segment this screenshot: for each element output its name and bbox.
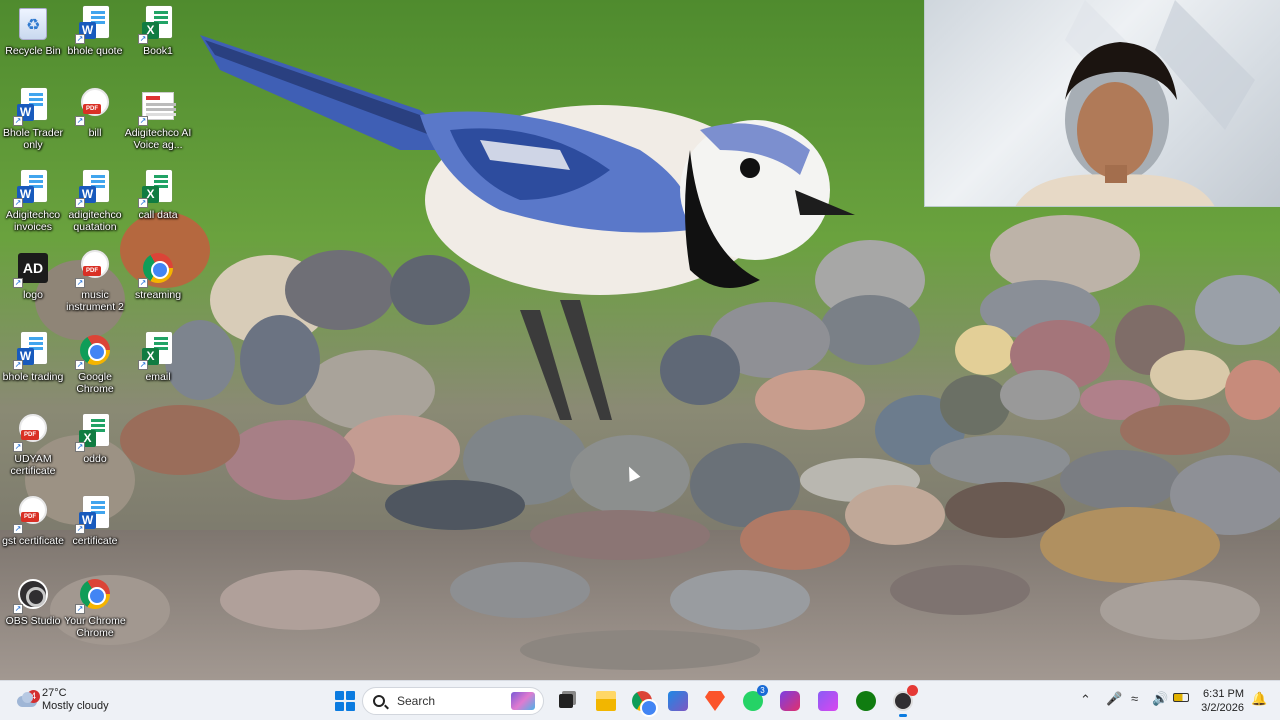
desktop-icon[interactable]: W ↗ Adigitechco invoices — [0, 170, 66, 233]
desktop-icon-label: Adigitechco AI Voice ag... — [124, 127, 192, 151]
clipchamp-button[interactable] — [816, 689, 840, 713]
desktop-icon-label: email — [145, 371, 171, 383]
desktop-icon[interactable]: PDF ↗ UDYAM certificate — [0, 414, 66, 477]
xbox-icon — [856, 691, 876, 711]
excel-doc-icon: X ↗ — [138, 332, 174, 370]
brave-lion-icon — [705, 691, 725, 711]
chevron-up-icon[interactable]: ⌃ — [1080, 692, 1091, 708]
clock-date: 3/2/2026 — [1201, 702, 1244, 714]
word-doc-icon: W ↗ — [75, 6, 111, 44]
desktop-icon[interactable]: ↗ OBS Studio — [0, 576, 66, 627]
running-indicator — [899, 714, 907, 717]
store-button[interactable] — [666, 689, 690, 713]
microphone-icon[interactable]: 🎤 — [1106, 691, 1122, 707]
system-clock[interactable]: 6:31 PM 3/2/2026 — [1196, 687, 1244, 715]
chrome-icon — [632, 691, 658, 717]
excel-doc-icon: X ↗ — [75, 414, 111, 452]
excel-doc-icon: X ↗ — [138, 6, 174, 44]
desktop-icon-label: certificate — [72, 535, 118, 547]
desktop-icon[interactable]: ↗ Google Chrome — [62, 332, 128, 395]
taskbar-search-box[interactable]: Search — [362, 687, 544, 715]
instagram-button[interactable] — [778, 689, 802, 713]
wifi-icon[interactable]: ≈ — [1131, 691, 1138, 706]
chrome-taskbar-button[interactable] — [630, 689, 658, 717]
word-doc-icon: W ↗ — [13, 332, 49, 370]
pdf-doc-icon: PDF ↗ — [75, 250, 111, 288]
desktop-icon[interactable]: X ↗ call data — [125, 170, 191, 221]
xbox-button[interactable] — [854, 689, 878, 713]
desktop-icon[interactable]: AD ↗ logo — [0, 250, 66, 301]
recycle-bin-icon — [17, 6, 49, 42]
store-icon — [668, 691, 688, 711]
weather-widget[interactable]: 4 27°C Mostly cloudy — [14, 687, 109, 713]
desktop-icon[interactable]: W ↗ certificate — [62, 496, 128, 547]
whatsapp-button[interactable]: 3 — [741, 685, 768, 713]
word-doc-icon: W ↗ — [75, 496, 111, 534]
desktop-icon[interactable]: W ↗ bhole trading — [0, 332, 66, 383]
brave-button[interactable] — [703, 689, 727, 713]
desktop-icon[interactable]: W ↗ bhole quote — [62, 6, 128, 57]
clipchamp-icon — [818, 691, 838, 711]
webpage-thumbnail-icon: ↗ — [138, 88, 176, 126]
chrome-app-icon: ↗ — [138, 250, 174, 288]
desktop-icon-label: oddo — [83, 453, 107, 465]
chrome-app-icon: ↗ — [75, 576, 111, 614]
desktop-icon-label: call data — [138, 209, 178, 221]
start-button[interactable] — [333, 689, 357, 713]
desktop-icon-label: streaming — [134, 289, 182, 301]
obs-taskbar-button[interactable] — [891, 685, 918, 717]
desktop-icon[interactable]: PDF ↗ gst certificate — [0, 496, 66, 547]
weather-temperature: 27°C — [42, 687, 67, 699]
desktop-icon[interactable]: X ↗ email — [125, 332, 191, 383]
pdf-doc-icon: PDF ↗ — [13, 414, 49, 452]
folder-icon — [596, 691, 616, 711]
whatsapp-unread-badge: 3 — [757, 685, 768, 696]
pdf-doc-icon: PDF ↗ — [75, 88, 111, 126]
cloudy-weather-icon: 4 — [14, 690, 40, 708]
word-doc-icon: W ↗ — [13, 88, 49, 126]
desktop-icon-label: Your Chrome Chrome — [64, 615, 126, 639]
webcam-person — [1015, 0, 1255, 206]
search-placeholder: Search — [397, 694, 436, 708]
battery-icon[interactable] — [1173, 693, 1189, 702]
word-doc-icon: W ↗ — [75, 170, 111, 208]
weather-alert-badge: 4 — [27, 690, 40, 703]
recording-indicator — [907, 685, 918, 696]
instagram-icon — [780, 691, 800, 711]
search-highlight-icon — [511, 692, 535, 710]
logo-image-icon: AD ↗ — [13, 250, 49, 288]
desktop-icon[interactable]: PDF ↗ music instrument 2 — [62, 250, 128, 313]
volume-icon[interactable]: 🔊 — [1152, 691, 1168, 707]
desktop-icon[interactable]: ↗ Your Chrome Chrome — [62, 576, 128, 639]
excel-doc-icon: X ↗ — [138, 170, 174, 208]
desktop-icon-label: Book1 — [143, 45, 173, 57]
task-view-icon — [559, 694, 573, 708]
file-explorer-button[interactable] — [594, 689, 618, 713]
task-view-button[interactable] — [554, 689, 578, 713]
clock-time: 6:31 PM — [1203, 688, 1244, 700]
desktop-icon[interactable]: X ↗ oddo — [62, 414, 128, 465]
desktop-icon[interactable]: W ↗ adigitechco quatation — [62, 170, 128, 233]
desktop-icon[interactable]: Recycle Bin — [0, 6, 66, 57]
notification-bell-icon[interactable]: 🔔 — [1251, 691, 1267, 707]
windows-logo-icon — [335, 691, 355, 711]
taskbar: 4 27°C Mostly cloudy Search 3 ⌃ 🎤 ≈ 🔊 6:… — [0, 680, 1280, 720]
desktop-icon[interactable]: PDF ↗ bill — [62, 88, 128, 139]
pdf-doc-icon: PDF ↗ — [13, 496, 49, 534]
chrome-icon: ↗ — [75, 332, 111, 370]
search-icon — [373, 695, 385, 707]
desktop-icon[interactable]: ↗ streaming — [125, 250, 191, 301]
obs-icon: ↗ — [13, 576, 49, 614]
desktop-icon[interactable]: W ↗ Bhole Trader only — [0, 88, 66, 151]
desktop-icon[interactable]: X ↗ Book1 — [125, 6, 191, 57]
weather-condition: Mostly cloudy — [42, 700, 109, 712]
desktop-icon[interactable]: ↗ Adigitechco AI Voice ag... — [125, 88, 191, 151]
word-doc-icon: W ↗ — [13, 170, 49, 208]
webcam-overlay — [924, 0, 1280, 207]
